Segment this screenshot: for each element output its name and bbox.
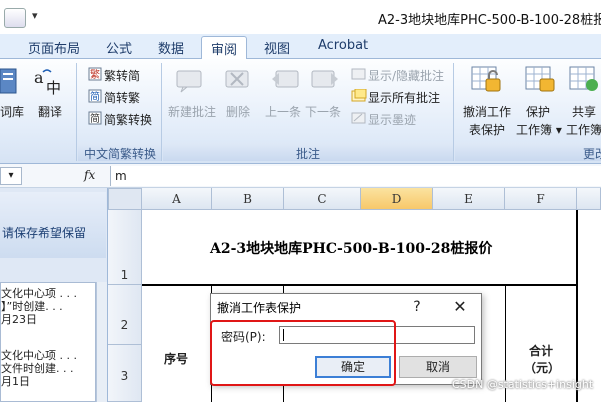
column-header-g[interactable] bbox=[577, 188, 601, 210]
recovery-message: 请保存希望保留 bbox=[2, 226, 87, 240]
row-header-2[interactable]: 2 bbox=[108, 285, 142, 345]
tab-review-label: 审阅 bbox=[211, 43, 238, 58]
group-label-bg bbox=[455, 143, 601, 161]
highlight-annotation-box bbox=[210, 320, 396, 386]
help-button[interactable]: ? bbox=[407, 296, 427, 318]
previous-comment-icon bbox=[272, 70, 299, 88]
cancel-button[interactable]: 取消 bbox=[399, 356, 477, 378]
protect-workbook-button-line2[interactable]: 工作簿 ▾ bbox=[516, 121, 562, 138]
tab-formulas[interactable]: 公式 bbox=[106, 38, 132, 57]
column-header-b[interactable]: B bbox=[212, 188, 284, 210]
total-header-line1: 合计 bbox=[528, 344, 553, 358]
simp-to-trad-button[interactable]: 简转繁 bbox=[104, 89, 140, 106]
translate-button[interactable]: 翻译 bbox=[38, 103, 62, 120]
document-recovery-pane: 请保存希望保留 文化中心项 . . . 】”时创建. . . 月23日 文化中心… bbox=[0, 188, 108, 402]
watermark: CSDN @statistics+insight bbox=[452, 378, 594, 391]
sheet-title-cell[interactable]: A2-3地块地库PHC-500-B-100-28桩报价 bbox=[210, 238, 492, 258]
ribbon: 词库 a 中 翻译 繁 繁转简 简 简转繁 简 简繁转换 中文简繁转换 新建批注… bbox=[0, 59, 601, 164]
name-box-dropdown[interactable]: ▾ bbox=[0, 167, 22, 185]
svg-text:简: 简 bbox=[90, 112, 100, 125]
next-comment-button[interactable]: 下一条 bbox=[305, 103, 341, 120]
show-ink-icon bbox=[351, 112, 366, 124]
traditional-to-simplified-icon: 繁 bbox=[88, 67, 102, 81]
delete-comment-button[interactable]: 删除 bbox=[226, 103, 250, 120]
svg-text:a: a bbox=[34, 68, 44, 87]
column-header-a[interactable]: A bbox=[142, 188, 212, 210]
group-label-chinese-conversion: 中文简繁转换 bbox=[84, 147, 157, 161]
tab-page-layout[interactable]: 页面布局 bbox=[28, 38, 80, 57]
select-all-corner[interactable] bbox=[108, 188, 142, 210]
title-bar: ▾ A2-3地块地库PHC-500-B-100-28桩报价 - bbox=[0, 0, 601, 34]
office-button-icon[interactable] bbox=[4, 8, 26, 28]
insert-function-icon[interactable]: fx bbox=[84, 168, 95, 182]
thesaurus-icon bbox=[0, 68, 17, 94]
svg-text:简: 简 bbox=[90, 90, 100, 103]
column-header-d[interactable]: D bbox=[361, 188, 433, 210]
tab-view[interactable]: 视图 bbox=[264, 38, 290, 57]
column-header-c[interactable]: C bbox=[284, 188, 361, 210]
column-header-f[interactable]: F bbox=[505, 188, 577, 210]
row-header-1[interactable]: 1 bbox=[108, 210, 142, 285]
chinese-conversion-button[interactable]: 简繁转换 bbox=[104, 111, 152, 128]
total-header-line2: （元） bbox=[524, 361, 561, 375]
table-border bbox=[576, 210, 578, 402]
table-border bbox=[142, 284, 576, 286]
simplified-to-traditional-icon: 简 bbox=[88, 89, 102, 103]
next-comment-icon bbox=[311, 70, 338, 88]
protect-workbook-icon bbox=[525, 66, 555, 92]
unprotect-sheet-button[interactable]: 撤消工作 bbox=[463, 103, 511, 120]
protect-workbook-button[interactable]: 保护 bbox=[526, 103, 550, 120]
share-workbook-button-line2[interactable]: 工作簿 bbox=[566, 121, 601, 138]
total-header-cell[interactable]: 合计 （元） bbox=[524, 343, 561, 377]
show-hide-comment-button[interactable]: 显示/隐藏批注 bbox=[368, 67, 444, 84]
formula-input[interactable]: m bbox=[110, 166, 601, 186]
show-all-comments-button[interactable]: 显示所有批注 bbox=[368, 89, 440, 106]
formula-bar: ▾ fx m bbox=[0, 164, 601, 188]
seq-header-cell[interactable]: 序号 bbox=[164, 350, 188, 367]
group-label-changes: 更改 bbox=[583, 147, 601, 161]
thesaurus-button[interactable]: 词库 bbox=[0, 103, 24, 120]
unprotect-sheet-button-line2[interactable]: 表保护 bbox=[469, 121, 505, 138]
close-button[interactable]: ✕ bbox=[447, 296, 473, 318]
dialog-title: 撤消工作表保护 bbox=[217, 301, 302, 315]
new-comment-icon bbox=[176, 70, 202, 93]
window-title: A2-3地块地库PHC-500-B-100-28桩报价 - bbox=[378, 13, 601, 28]
group-label-comments: 批注 bbox=[296, 147, 321, 161]
qat-customize-dropdown[interactable]: ▾ bbox=[32, 9, 38, 22]
recovery-item-line[interactable]: 月23日 bbox=[1, 311, 37, 327]
share-workbook-icon bbox=[569, 66, 598, 91]
row-header-3[interactable]: 3 bbox=[108, 345, 142, 402]
group-separator bbox=[453, 63, 454, 161]
recovery-item-line[interactable]: 月1日 bbox=[1, 373, 30, 389]
tab-data[interactable]: 数据 bbox=[158, 38, 184, 57]
recovery-file-list: 文化中心项 . . . 】”时创建. . . 月23日 文化中心项 . . . … bbox=[0, 282, 96, 402]
tab-review[interactable]: 审阅 bbox=[201, 36, 247, 60]
show-all-comments-icon bbox=[351, 89, 367, 102]
show-hide-comment-icon bbox=[351, 68, 366, 80]
previous-comment-button[interactable]: 上一条 bbox=[265, 103, 301, 120]
conversion-icon: 简 bbox=[88, 111, 102, 125]
svg-text:中: 中 bbox=[46, 79, 61, 97]
unprotect-sheet-icon bbox=[471, 66, 501, 92]
trad-to-simp-button[interactable]: 繁转简 bbox=[104, 67, 140, 84]
svg-text:繁: 繁 bbox=[90, 68, 100, 81]
ribbon-tab-bar: 页面布局 公式 数据 审阅 视图 Acrobat bbox=[0, 34, 601, 60]
delete-comment-icon bbox=[225, 70, 249, 88]
recovery-pane-header: 请保存希望保留 bbox=[0, 192, 106, 258]
recovery-pane-scrollbar[interactable] bbox=[96, 282, 107, 402]
new-comment-button[interactable]: 新建批注 bbox=[168, 103, 216, 120]
tab-acrobat[interactable]: Acrobat bbox=[318, 38, 368, 53]
column-header-e[interactable]: E bbox=[433, 188, 505, 210]
show-ink-button[interactable]: 显示墨迹 bbox=[368, 111, 416, 128]
group-separator bbox=[76, 63, 77, 161]
share-workbook-button[interactable]: 共享 bbox=[572, 103, 596, 120]
group-separator bbox=[161, 63, 162, 161]
translate-icon: a 中 bbox=[34, 68, 61, 97]
